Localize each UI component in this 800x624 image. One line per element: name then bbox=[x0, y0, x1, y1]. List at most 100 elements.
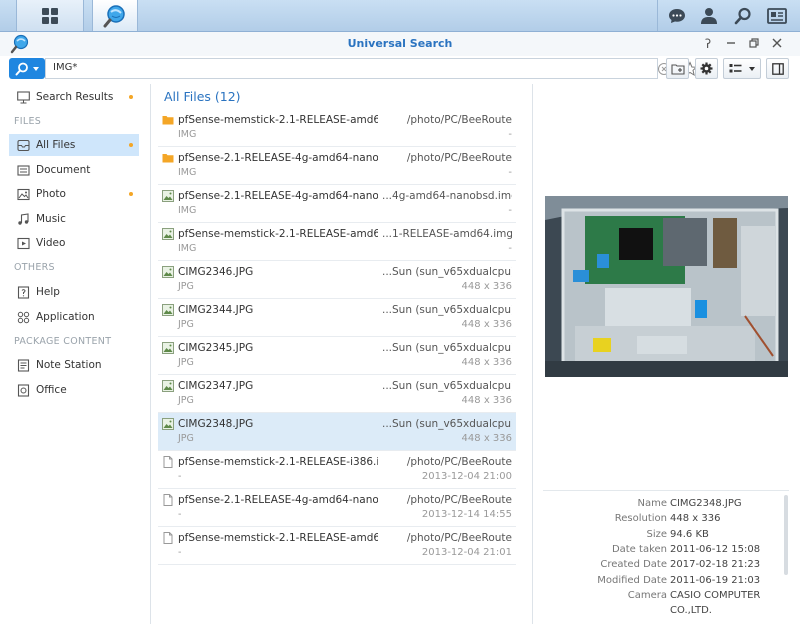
image-file-icon bbox=[162, 342, 174, 354]
file-row[interactable]: CIMG2346.JPG JPG ...Sun (sun_v65xdualcpu) 4… bbox=[158, 261, 516, 299]
note-station-icon bbox=[17, 358, 30, 372]
window-title: Universal Search bbox=[347, 37, 453, 50]
file-row[interactable]: CIMG2348.JPG JPG ...Sun (sun_v65xdualcpu) 4… bbox=[158, 413, 516, 451]
user-button[interactable] bbox=[694, 0, 724, 31]
sidebar-item-label: Help bbox=[36, 286, 60, 298]
sidebar-item-label: Music bbox=[36, 213, 66, 225]
file-row[interactable]: pfSense-2.1-RELEASE-4g-amd64-nanob... IMG… bbox=[158, 185, 516, 223]
caret-down-icon bbox=[32, 66, 39, 71]
file-row[interactable]: pfSense-2.1-RELEASE-4g-amd64-nanob... - /p… bbox=[158, 489, 516, 527]
status-dot bbox=[129, 143, 133, 147]
widgets-button[interactable] bbox=[762, 0, 792, 31]
detail-row: Camera CASIO COMPUTER bbox=[543, 590, 783, 604]
file-icon bbox=[162, 456, 174, 468]
file-row[interactable]: CIMG2345.JPG JPG ...Sun (sun_v65xdualcpu) 4… bbox=[158, 337, 516, 375]
view-mode-button[interactable] bbox=[723, 58, 761, 79]
file-row[interactable]: CIMG2347.JPG JPG ...Sun (sun_v65xdualcpu) 4… bbox=[158, 375, 516, 413]
close-button[interactable] bbox=[768, 35, 786, 53]
file-name: CIMG2344.JPG bbox=[178, 304, 254, 316]
restore-button[interactable] bbox=[745, 35, 763, 53]
sidebar-item-search-results[interactable]: Search Results bbox=[9, 86, 139, 108]
search-options-button[interactable] bbox=[9, 58, 45, 79]
sidebar-item-note-station[interactable]: Note Station bbox=[9, 354, 139, 376]
sidebar-item-label: All Files bbox=[36, 139, 76, 151]
taskbar-universal-search-button[interactable] bbox=[92, 0, 138, 31]
detail-value: 2011-06-19 21:03 bbox=[670, 574, 761, 586]
music-icon bbox=[18, 212, 29, 225]
image-file-icon bbox=[162, 418, 174, 430]
universal-search-app-icon bbox=[103, 4, 125, 27]
detail-value: CO.,LTD. bbox=[670, 605, 712, 617]
detail-row: CO.,LTD. bbox=[543, 605, 783, 619]
taskbar bbox=[0, 0, 800, 32]
detail-key: Created Date bbox=[600, 559, 667, 571]
file-row[interactable]: pfSense-2.1-RELEASE-4g-amd64-nanob... IMG… bbox=[158, 147, 516, 185]
details-scrollbar[interactable] bbox=[784, 495, 788, 575]
application-icon bbox=[17, 311, 30, 323]
file-meta: 448 x 336 bbox=[461, 319, 512, 330]
detail-row: Date taken 2011-06-12 15:08 bbox=[543, 544, 783, 558]
file-name: CIMG2345.JPG bbox=[178, 342, 254, 354]
file-meta: 448 x 336 bbox=[461, 281, 512, 292]
others-section-header: OTHERS bbox=[14, 262, 55, 273]
help-button[interactable]: ʔ bbox=[699, 35, 717, 53]
file-path: /photo/PC/BeeRoute bbox=[406, 152, 512, 164]
detail-key: Camera bbox=[627, 589, 667, 601]
sidebar-item-music[interactable]: Music bbox=[9, 208, 139, 230]
file-row[interactable]: CIMG2344.JPG JPG ...Sun (sun_v65xdualcpu) 4… bbox=[158, 299, 516, 337]
taskbar-divider bbox=[657, 0, 658, 31]
photo-preview bbox=[545, 196, 788, 377]
toggle-preview-button[interactable] bbox=[766, 58, 789, 79]
sidebar: Search Results FILES All Files Document … bbox=[0, 84, 148, 624]
search-icon bbox=[15, 62, 28, 75]
sidebar-item-all-files[interactable]: All Files bbox=[9, 134, 139, 156]
detail-row: Resolution 448 x 336 bbox=[543, 513, 783, 527]
settings-button[interactable] bbox=[695, 58, 718, 79]
image-file-icon bbox=[162, 266, 174, 278]
add-to-folder-button[interactable] bbox=[666, 58, 689, 79]
notifications-button[interactable] bbox=[662, 0, 692, 31]
photo-icon bbox=[17, 188, 30, 200]
detail-key: Name bbox=[637, 498, 667, 509]
file-row[interactable]: pfSense-memstick-2.1-RELEASE-amd64... - /p… bbox=[158, 527, 516, 565]
list-view-icon bbox=[729, 64, 741, 73]
sidebar-item-application[interactable]: Application bbox=[9, 306, 139, 328]
main-menu-button[interactable] bbox=[16, 0, 84, 31]
detail-key: Modified Date bbox=[597, 574, 667, 586]
preview-divider bbox=[532, 84, 533, 624]
sidebar-item-office[interactable]: Office bbox=[9, 379, 139, 401]
file-path: /photo/PC/BeeRoute bbox=[406, 494, 512, 506]
search-toolbar-button[interactable] bbox=[728, 0, 758, 31]
file-row[interactable]: pfSense-memstick-2.1-RELEASE-i386.im... -… bbox=[158, 451, 516, 489]
file-name: pfSense-2.1-RELEASE-4g-amd64-nanob... bbox=[178, 152, 378, 164]
sidebar-item-video[interactable]: Video bbox=[9, 232, 139, 254]
results-title: All Files (12) bbox=[164, 89, 241, 104]
file-path: ...Sun (sun_v65xdualcpu) bbox=[382, 266, 512, 278]
file-type: IMG bbox=[178, 129, 197, 140]
sidebar-item-label: Document bbox=[36, 164, 91, 176]
file-icon bbox=[162, 494, 174, 506]
search-input[interactable]: IMG* bbox=[45, 58, 698, 79]
sidebar-item-document[interactable]: Document bbox=[9, 159, 139, 181]
folder-add-icon bbox=[670, 63, 685, 75]
sidebar-item-photo[interactable]: Photo bbox=[9, 183, 139, 205]
sidebar-item-help[interactable]: Help bbox=[9, 281, 139, 303]
sidebar-divider bbox=[150, 84, 151, 624]
detail-row: Modified Date 2011-06-19 21:03 bbox=[543, 575, 783, 589]
file-path: ...Sun (sun_v65xdualcpu) bbox=[382, 304, 512, 316]
folder-icon bbox=[162, 152, 174, 164]
file-type: JPG bbox=[178, 395, 194, 406]
all-files-icon bbox=[17, 139, 30, 151]
detail-row: Name CIMG2348.JPG bbox=[543, 498, 783, 512]
file-row[interactable]: pfSense-memstick-2.1-RELEASE-amd64... IMG… bbox=[158, 109, 516, 147]
sidebar-item-label: Search Results bbox=[36, 91, 114, 103]
file-row[interactable]: pfSense-memstick-2.1-RELEASE-amd64... IMG… bbox=[158, 223, 516, 261]
file-type: - bbox=[178, 471, 182, 482]
minimize-button[interactable] bbox=[722, 35, 740, 53]
file-meta: 448 x 336 bbox=[461, 357, 512, 368]
file-meta: 2013-12-04 21:00 bbox=[421, 471, 512, 482]
file-path: ...4g-amd64-nanobsd.img bbox=[382, 190, 512, 202]
file-type: IMG bbox=[178, 205, 197, 216]
detail-value: 94.6 KB bbox=[670, 528, 709, 540]
folder-icon bbox=[162, 114, 174, 126]
